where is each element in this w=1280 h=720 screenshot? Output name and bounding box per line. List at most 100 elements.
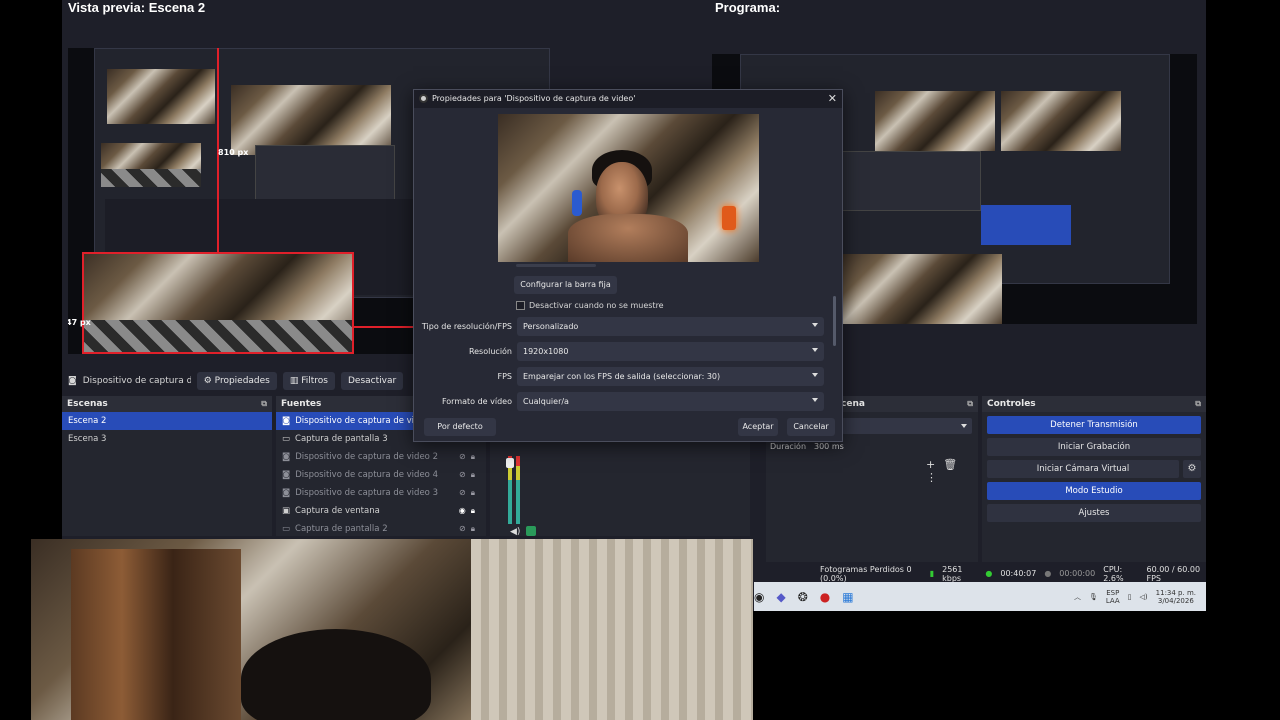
app-icon[interactable]: ▦ <box>842 590 853 604</box>
source-item[interactable]: ◙ Dispositivo de captura de video 3 ⊘🔒︎ <box>276 484 486 502</box>
teams-icon[interactable]: ◆ <box>776 590 785 604</box>
scenes-header: Escenas ⧉ <box>62 396 272 412</box>
source-item[interactable]: ◙ Dispositivo de captura de video 4 ⊘🔒︎ <box>276 466 486 484</box>
source-item[interactable]: ◙ Dispositivo de captura de video 2 ⊘🔒︎ <box>276 448 486 466</box>
camera-icon: ◙ <box>282 470 291 480</box>
height-readout: 47 px <box>68 318 91 327</box>
close-icon[interactable]: ✕ <box>828 92 837 105</box>
microphone-icon[interactable]: 🎙︎ <box>1089 593 1098 601</box>
signal-icon: ▮ <box>929 569 935 578</box>
clock[interactable]: 11:34 p. m. 3/04/2026 <box>1156 589 1196 605</box>
properties-button[interactable]: ⚙ Propiedades <box>196 372 277 390</box>
live-time: 00:40:07 <box>1000 569 1037 578</box>
monitor-icon: ▭ <box>282 434 291 444</box>
curtain <box>471 539 753 720</box>
properties-dialog: Propiedades para 'Dispositivo de captura… <box>413 89 843 442</box>
selection-box[interactable] <box>82 252 354 354</box>
visibility-lock-icons[interactable]: ⊘🔒︎ <box>459 524 480 534</box>
settings-button[interactable]: Ajustes <box>987 504 1201 522</box>
camera-icon: ◙ <box>282 488 291 498</box>
network-icon[interactable]: ▯ <box>1128 593 1132 601</box>
undock-icon[interactable]: ⧉ <box>967 399 973 409</box>
chevron-down-icon <box>812 348 818 352</box>
resolution-type-select[interactable]: Personalizado <box>517 317 824 336</box>
scene-item[interactable]: Escena 3 <box>62 430 272 448</box>
chevron-down-icon <box>812 373 818 377</box>
monitor-icon: ▭ <box>282 524 291 534</box>
start-virtual-cam-button[interactable]: Iniciar Cámara Virtual <box>987 460 1179 478</box>
gear-icon[interactable]: ⚙ <box>1183 460 1201 478</box>
stop-stream-button[interactable]: Detener Transmisión <box>987 416 1201 434</box>
webcam-overlay <box>31 539 753 720</box>
source-item[interactable]: ▭ Captura de pantalla 2 ⊘🔒︎ <box>276 520 486 538</box>
obs-icon[interactable]: ◉ <box>754 590 764 604</box>
transition-select[interactable] <box>842 418 972 434</box>
deactivate-checkbox-label: Desactivar cuando no se muestre <box>529 301 664 310</box>
nested-thumb <box>107 69 215 124</box>
start-recording-button[interactable]: Iniciar Grabación <box>987 438 1201 456</box>
wooden-door <box>71 549 241 720</box>
scrollbar[interactable] <box>833 296 836 346</box>
undock-icon[interactable]: ⧉ <box>261 399 267 409</box>
cancel-button[interactable]: Cancelar <box>787 418 835 436</box>
fps-readout: 60.00 / 60.00 FPS <box>1146 564 1201 583</box>
accept-button[interactable]: Aceptar <box>738 418 778 436</box>
visibility-lock-icons[interactable]: ⊘🔒︎ <box>459 470 480 480</box>
duration-value[interactable]: 300 ms <box>814 442 844 451</box>
chevron-up-icon[interactable]: ︿ <box>1074 592 1081 602</box>
camera-icon: ◙ <box>282 416 291 426</box>
nested-thumb <box>1001 91 1121 151</box>
recording-app-icon[interactable]: ● <box>820 590 830 604</box>
volume-slider[interactable] <box>506 458 514 468</box>
preview-title: Vista previa: Escena 2 <box>68 0 206 15</box>
studio-mode-button[interactable]: Modo Estudio <box>987 482 1201 500</box>
controls-dock: Controles ⧉ Detener Transmisión Iniciar G… <box>982 396 1206 562</box>
headphones-icon <box>572 190 582 216</box>
nested-stripes <box>101 169 201 187</box>
width-readout: 810 px <box>218 148 249 157</box>
fps-select[interactable]: Emparejar con los FPS de salida (selecci… <box>517 367 824 386</box>
camera-icon: ◙ <box>282 452 291 462</box>
visibility-lock-icons[interactable]: ⊘🔒︎ <box>459 488 480 498</box>
transition-action-icons[interactable]: +🗑︎⋮ <box>926 458 978 484</box>
camera-preview <box>498 114 759 262</box>
source-item[interactable]: ▣ Captura de ventana ◉🔒︎ <box>276 502 486 520</box>
live-indicator-icon: ● <box>985 569 993 578</box>
bitrate: 2561 kbps <box>942 564 963 583</box>
chatgpt-icon[interactable]: ❂ <box>798 590 808 604</box>
format-select[interactable]: Cualquier/a <box>517 392 824 411</box>
status-bar: Fotogramas Perdidos 0 (0.0%) ▮ 2561 kbps… <box>754 564 1206 583</box>
scene-item[interactable]: Escena 2 <box>62 412 272 430</box>
dialog-title: Propiedades para 'Dispositivo de captura… <box>432 94 636 103</box>
volume-icon[interactable]: ◁) <box>1140 593 1148 601</box>
scenes-dock: Escenas ⧉ Escena 2 Escena 3 <box>62 396 272 536</box>
cpu-usage: CPU: 2.6% <box>1103 564 1124 583</box>
dialog-titlebar: Propiedades para 'Dispositivo de captura… <box>414 90 842 108</box>
person-body <box>568 214 688 262</box>
configure-bar-button[interactable]: Configurar la barra fija <box>514 276 617 294</box>
speaker-icon[interactable]: ◀) <box>510 527 520 537</box>
duration-label: Duración <box>770 442 807 451</box>
nested-thumb <box>875 91 995 151</box>
language-indicator[interactable]: ESP LAA <box>1106 589 1120 605</box>
camera-icon: ◙ <box>68 376 77 386</box>
deactivate-button[interactable]: Desactivar <box>341 372 404 390</box>
obs-icon <box>419 94 428 103</box>
deactivate-checkbox[interactable] <box>516 301 525 310</box>
filters-button[interactable]: ▥ Filtros <box>282 372 335 390</box>
resolution-type-label: Tipo de resolución/FPS <box>421 322 512 331</box>
defaults-button[interactable]: Por defecto <box>424 418 496 436</box>
resolution-label: Resolución <box>468 347 512 356</box>
format-label: Formato de vídeo <box>441 397 512 406</box>
program-camera <box>842 254 1002 324</box>
resolution-select[interactable]: 1920x1080 <box>517 342 824 361</box>
undock-icon[interactable]: ⧉ <box>1195 399 1201 409</box>
headphones-icon[interactable] <box>526 526 536 536</box>
visibility-lock-icons[interactable]: ⊘🔒︎ <box>459 452 480 462</box>
nested-controls <box>981 205 1071 245</box>
program-title: Programa: <box>715 0 781 15</box>
rec-time: 00:00:00 <box>1059 569 1096 578</box>
eye-icon[interactable]: ◉🔒︎ <box>459 506 480 516</box>
gear-icon: ⚙ <box>203 376 215 386</box>
selected-source-name: Dispositivo de captura de v <box>82 376 191 386</box>
